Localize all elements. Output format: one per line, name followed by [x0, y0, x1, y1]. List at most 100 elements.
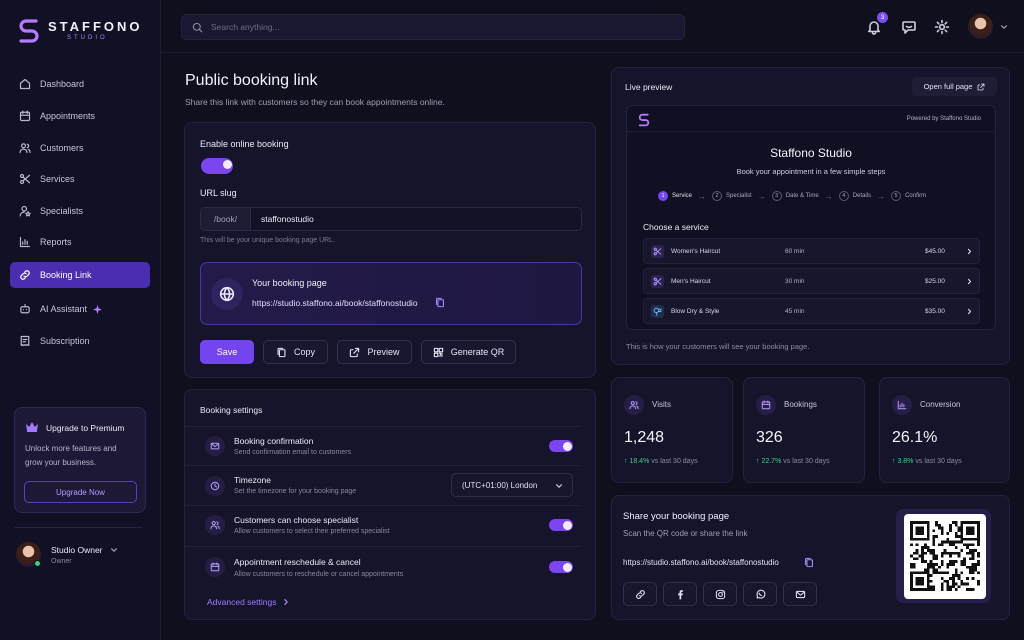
open-full-page-button[interactable]: Open full page	[912, 77, 997, 96]
sidebar-item-booking-link[interactable]: Booking Link	[10, 262, 150, 288]
booking-page-url[interactable]: https://studio.staffono.ai/book/staffono…	[252, 298, 418, 308]
mail-icon	[795, 590, 805, 598]
step-label: Specialist	[726, 193, 752, 199]
arrow-right-icon: →	[757, 191, 766, 201]
setting-row-confirmation: Booking confirmation Send confirmation e…	[185, 426, 580, 466]
search-icon	[192, 22, 203, 33]
url-slug-field[interactable]: /book/ staffonostudio	[200, 207, 582, 231]
copy-button[interactable]: Copy	[263, 340, 328, 364]
service-row[interactable]: Men's Haircut 30 min $25.00	[643, 268, 980, 294]
stat-label: Bookings	[784, 400, 817, 409]
search-bar[interactable]	[181, 14, 685, 40]
sidebar-item-dashboard[interactable]: Dashboard	[10, 71, 150, 97]
arrow-right-icon: →	[877, 191, 886, 201]
link-icon	[635, 589, 645, 599]
sidebar-item-specialists[interactable]: Specialists	[10, 198, 150, 224]
sidebar-item-customers[interactable]: Customers	[10, 135, 150, 161]
step-number: 5	[891, 191, 902, 201]
live-preview-title: Live preview	[625, 82, 673, 92]
chevron-right-icon	[967, 248, 972, 255]
enable-booking-toggle[interactable]	[201, 158, 233, 174]
service-name: Blow Dry & Style	[671, 308, 720, 315]
choose-specialist-toggle[interactable]	[549, 519, 573, 531]
step-service[interactable]: 1 Service	[658, 191, 692, 201]
step-label: Service	[672, 193, 693, 199]
logo[interactable]	[18, 16, 40, 44]
service-price: $45.00	[925, 248, 945, 255]
robot-icon	[20, 303, 30, 314]
chevron-right-icon	[967, 308, 972, 315]
share-whatsapp-button[interactable]	[743, 582, 777, 606]
chevron-down-icon[interactable]	[110, 546, 118, 554]
qr-icon	[433, 347, 443, 357]
upgrade-button[interactable]: Upgrade Now	[24, 481, 137, 503]
sidebar-item-label: Dashboard	[40, 79, 85, 89]
step-specialist[interactable]: 2 Specialist	[712, 191, 752, 201]
divider	[14, 527, 142, 528]
stat-card-visits: Visits 1,248 ↑ 18.4% vs last 30 days	[611, 377, 733, 483]
user-star-icon	[19, 205, 31, 217]
setting-desc: Set the timezone for your booking page	[234, 488, 357, 495]
service-icon-badge	[651, 245, 664, 258]
qr-code-background	[904, 514, 986, 599]
step-details[interactable]: 4 Details	[838, 191, 871, 201]
setting-row-reschedule: Appointment reschedule & cancel Allow cu…	[185, 546, 580, 586]
service-row[interactable]: Women's Haircut 60 min $45.00	[643, 238, 980, 264]
facebook-icon	[677, 589, 683, 599]
setting-icon-badge	[205, 515, 225, 535]
stat-icon-badge	[756, 395, 776, 415]
external-link-icon	[350, 347, 360, 357]
sidebar-item-ai-assistant[interactable]: AI Assistant	[10, 296, 150, 322]
generate-qr-button[interactable]: Generate QR	[421, 340, 516, 364]
booking-confirmation-toggle[interactable]	[549, 440, 573, 452]
sidebar-item-subscription[interactable]: Subscription	[10, 328, 150, 354]
sidebar-item-reports[interactable]: Reports	[10, 229, 150, 255]
share-email-button[interactable]	[783, 582, 817, 606]
stat-change-suffix: vs last 30 days	[915, 458, 962, 465]
sidebar-item-label: Customers	[40, 143, 84, 153]
share-link-button[interactable]	[623, 582, 657, 606]
share-facebook-button[interactable]	[663, 582, 697, 606]
step-number: 4	[838, 191, 849, 201]
calendar-icon	[19, 110, 31, 122]
step-label: Confirm	[905, 193, 927, 199]
user-name[interactable]: Studio Owner	[51, 545, 103, 555]
stat-change-value: 3.8%	[897, 458, 914, 465]
hair-dryer-icon	[653, 307, 662, 316]
copy-icon[interactable]	[804, 557, 814, 568]
live-preview-panel: Live preview Open full page Powered by S…	[611, 67, 1010, 365]
reschedule-cancel-toggle[interactable]	[549, 561, 573, 573]
arrow-right-icon: →	[824, 191, 833, 201]
scissors-icon	[653, 277, 662, 286]
copy-icon[interactable]	[435, 297, 445, 308]
step-confirm[interactable]: 5 Confirm	[891, 191, 926, 201]
share-instagram-button[interactable]	[703, 582, 737, 606]
save-button[interactable]: Save	[200, 340, 254, 364]
slug-input[interactable]: staffonostudio	[251, 208, 314, 230]
calendar-icon	[210, 562, 220, 572]
sidebar-item-appointments[interactable]: Appointments	[10, 103, 150, 129]
service-row[interactable]: Blow Dry & Style 45 min $35.00	[643, 298, 980, 324]
chat-icon[interactable]	[901, 19, 917, 35]
profile-avatar[interactable]	[968, 14, 993, 39]
copy-button-label: Copy	[293, 347, 315, 357]
mail-icon	[210, 442, 220, 450]
chevron-down-icon[interactable]	[1000, 23, 1008, 31]
topbar: 3	[161, 0, 1024, 53]
gear-icon[interactable]	[934, 19, 950, 35]
share-url[interactable]: https://studio.staffono.ai/book/staffono…	[623, 558, 779, 567]
chevron-right-icon	[284, 598, 289, 606]
timezone-select[interactable]: (UTC+01:00) London	[451, 473, 573, 497]
advanced-settings-link[interactable]: Advanced settings	[207, 597, 290, 607]
choose-service-title: Choose a service	[643, 222, 709, 232]
search-input[interactable]	[211, 22, 671, 32]
step-number: 3	[771, 191, 782, 201]
sidebar-item-label: Subscription	[40, 336, 90, 346]
step-date-time[interactable]: 3 Date & Time	[771, 191, 819, 201]
sidebar-item-services[interactable]: Services	[10, 166, 150, 192]
setting-desc: Allow customers to select their preferre…	[234, 528, 390, 535]
preview-button[interactable]: Preview	[337, 340, 412, 364]
setting-title: Timezone	[234, 475, 272, 485]
upgrade-text-line1: Unlock more features and	[25, 444, 117, 453]
stat-label: Conversion	[920, 400, 961, 409]
